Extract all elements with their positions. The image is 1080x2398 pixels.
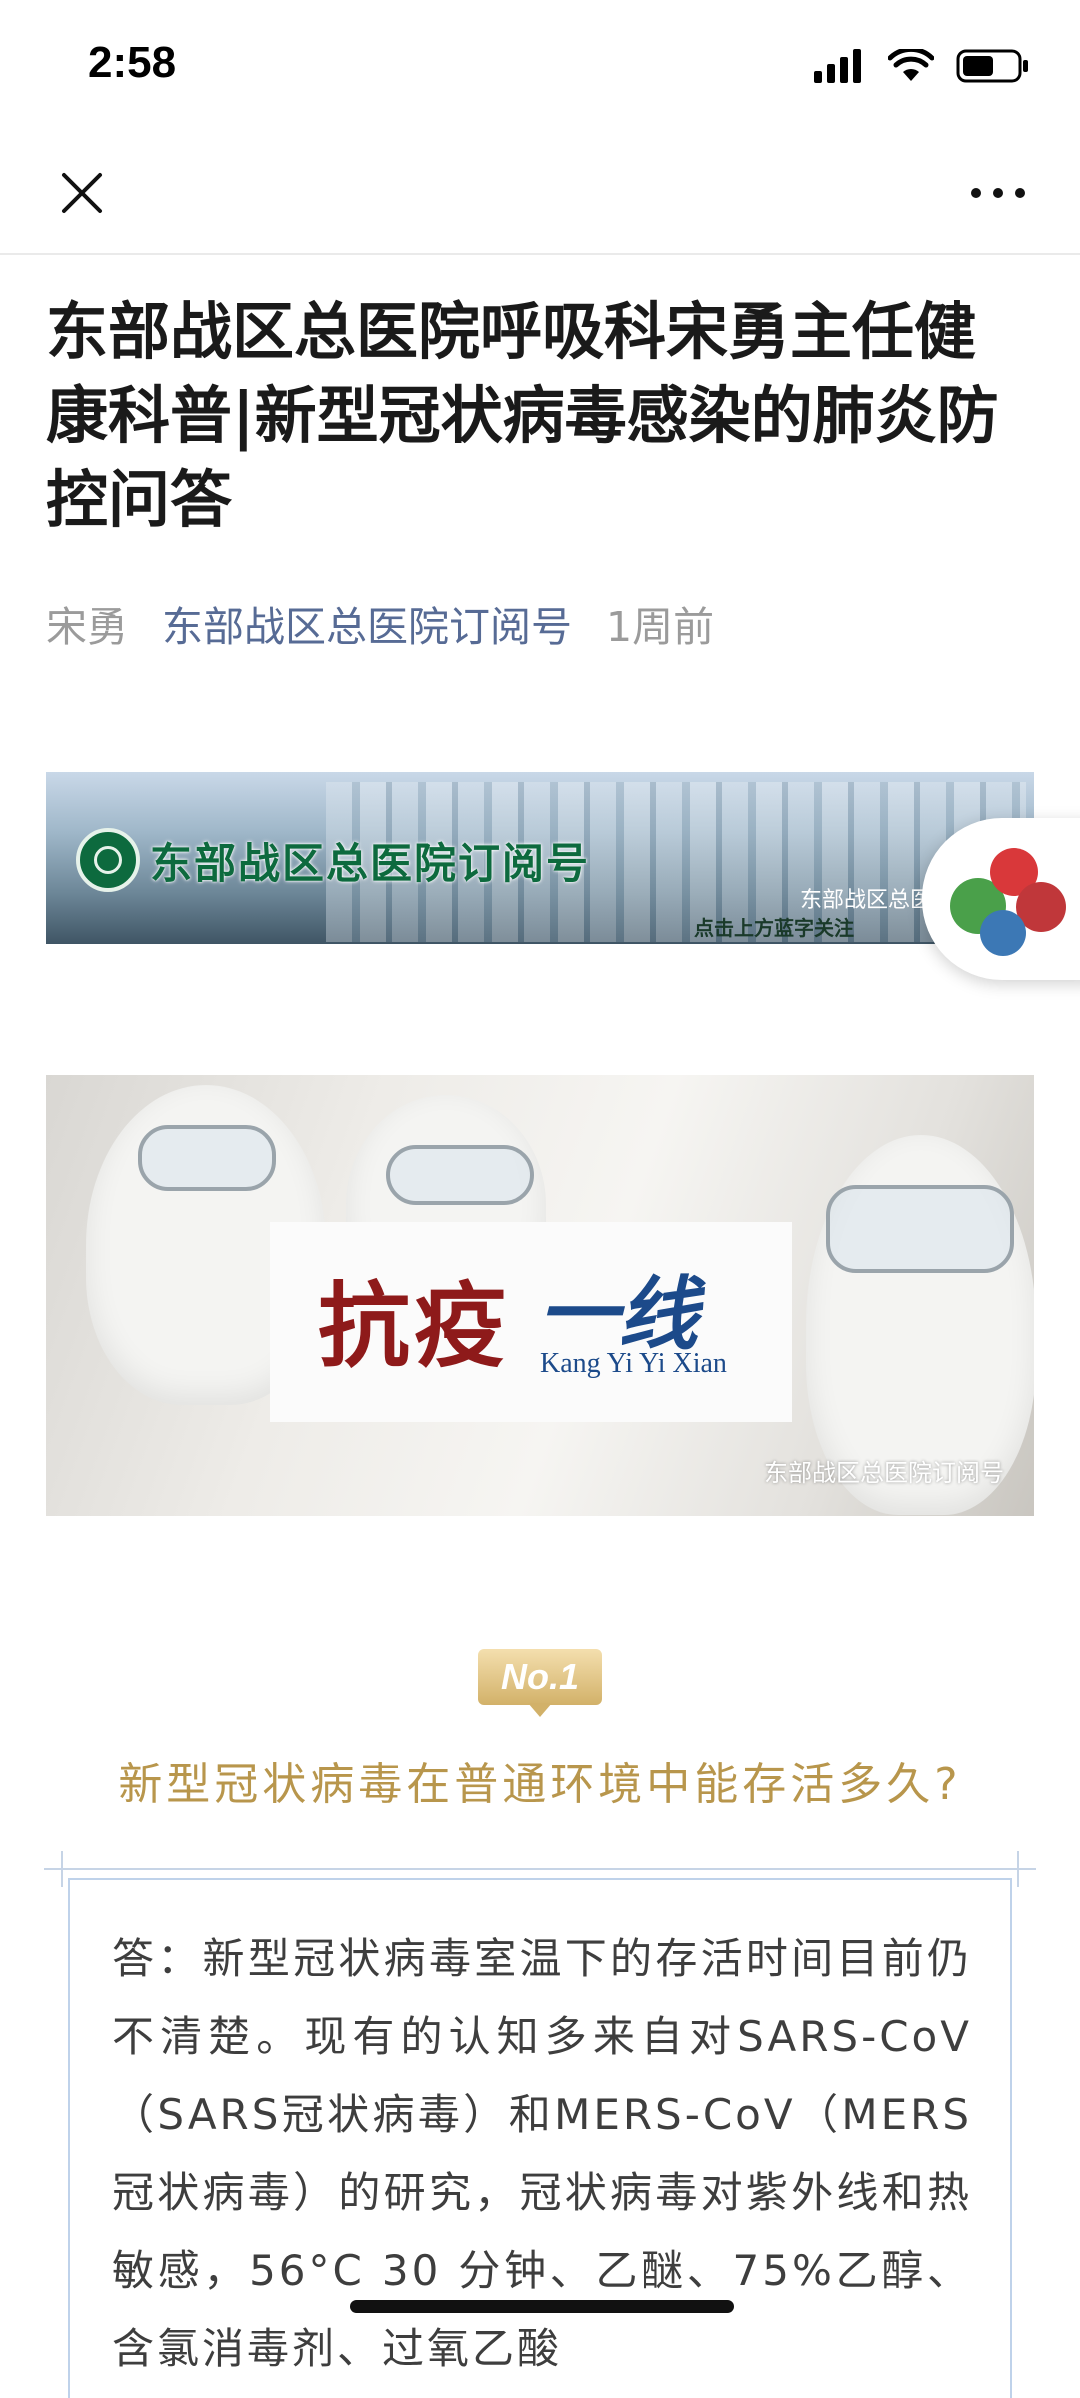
hospital-seal-icon [76,828,140,892]
status-time: 2:58 [88,38,177,87]
photo-title-pinyin: Kang Yi Yi Xian [540,1348,727,1379]
nav-bar [0,135,1080,255]
photo-goggles-left [138,1125,276,1191]
status-icons [814,46,1030,86]
publish-time: 1周前 [606,603,715,651]
section-number-badge: No.1 [478,1649,602,1705]
close-button[interactable] [50,161,114,225]
article-title: 东部战区总医院呼吸科宋勇主任健康科普|新型冠状病毒感染的肺炎防控问答 [46,295,999,536]
wifi-icon [888,49,934,81]
frame-divider [48,1868,1034,1870]
close-icon [62,173,102,213]
banner-follow-hint: 点击上方蓝字关注 [694,916,854,940]
account-link[interactable]: 东部战区总医院订阅号 [162,593,572,653]
more-horizontal-icon [971,188,1025,198]
photo-goggles-middle [386,1145,534,1205]
more-button[interactable] [958,161,1038,225]
photo-title-card: 抗疫 一线 Kang Yi Yi Xian [270,1222,792,1422]
status-bar: 2:58 [0,0,1080,135]
section-question: 新型冠状病毒在普通环境中能存活多久? [118,1759,962,1810]
home-indicator[interactable] [350,2300,734,2313]
floating-app-badge[interactable] [922,818,1080,980]
account-banner-image[interactable]: 东部战区总医院订阅号 东部战区总医院 点击上方蓝字关注 [46,772,1034,944]
answer-text: 答：新型冠状病毒室温下的存活时间目前仍不清楚。现有的认知多来自对SARS-CoV… [112,1934,972,2373]
section-badge-pointer [528,1703,552,1717]
badge-circle-blue [980,910,1026,956]
photo-title-cn: 抗疫 [318,1272,511,1380]
photo-watermark: 东部战区总医院订阅号 [764,1459,1004,1487]
article-author: 宋勇 [46,603,128,651]
cellular-signal-icon [814,49,861,83]
battery-icon [956,49,1028,83]
article-meta: 宋勇 东部战区总医院订阅号 1周前 [46,593,714,653]
photo-goggles-right [826,1185,1014,1273]
article-photo[interactable]: 抗疫 一线 Kang Yi Yi Xian 东部战区总医院订阅号 [46,1075,1034,1516]
banner-account-name: 东部战区总医院订阅号 [150,839,591,888]
